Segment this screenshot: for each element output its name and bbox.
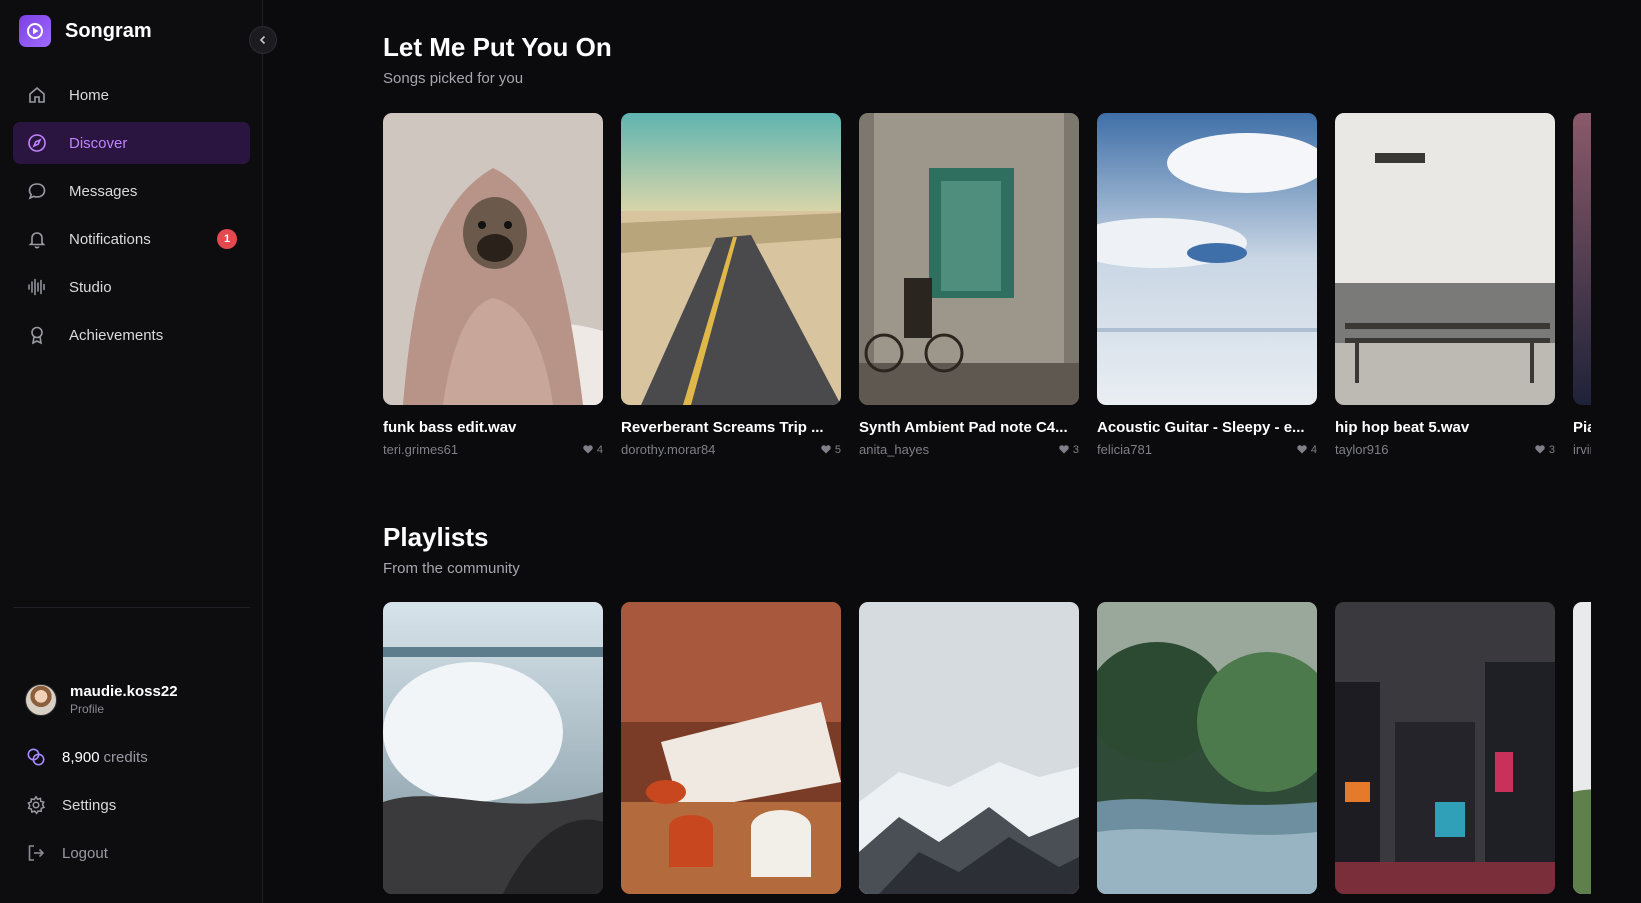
credits-display[interactable]: 8,900 credits (25, 746, 148, 768)
playlist-card[interactable] (1335, 602, 1555, 894)
playlists-carousel[interactable] (383, 602, 1591, 903)
song-cover-image (1573, 113, 1591, 405)
app-name: Songram (65, 19, 152, 42)
sidebar-item-studio[interactable]: Studio (13, 266, 250, 308)
song-title: Pia (1573, 419, 1591, 436)
credits-amount: 8,900 (62, 748, 100, 766)
song-title: hip hop beat 5.wav (1335, 419, 1470, 436)
song-card[interactable]: Pia irvir (1573, 113, 1591, 457)
playlist-cover-image (1573, 602, 1591, 894)
song-author: dorothy.morar84 (621, 442, 716, 457)
sidebar-item-label: Home (69, 86, 110, 104)
notification-badge: 1 (217, 229, 237, 249)
song-title: Reverberant Screams Trip ... (621, 419, 824, 436)
sidebar-item-achievements[interactable]: Achievements (13, 314, 250, 356)
songs-section-subtitle: Songs picked for you (383, 70, 524, 87)
song-cover-image (1097, 113, 1317, 405)
heart-icon (583, 445, 593, 454)
credits-unit: credits (103, 748, 148, 766)
song-card[interactable]: Reverberant Screams Trip ... dorothy.mor… (621, 113, 841, 457)
award-icon (26, 324, 48, 346)
like-count[interactable]: 4 (1297, 442, 1317, 457)
profile-label: Profile (70, 702, 105, 716)
playlist-card[interactable] (621, 602, 841, 894)
song-author: felicia781 (1097, 442, 1152, 457)
sidebar-item-label: Messages (69, 182, 138, 200)
playlist-card[interactable] (859, 602, 1079, 894)
playlists-section-subtitle: From the community (383, 560, 520, 577)
like-count[interactable]: 3 (1059, 442, 1079, 457)
playlist-cover-image (621, 602, 841, 894)
sidebar-item-label: Studio (69, 278, 112, 296)
song-cover-image (383, 113, 603, 405)
heart-icon (821, 445, 831, 454)
settings-label: Settings (62, 796, 117, 814)
songs-section-title: Let Me Put You On (383, 32, 612, 62)
avatar (25, 683, 57, 716)
playlist-cover-image (383, 602, 603, 894)
playlist-cover-image (1335, 602, 1555, 894)
playlist-cover-image (859, 602, 1079, 894)
song-author: anita_hayes (859, 442, 930, 457)
like-count[interactable]: 5 (821, 442, 841, 457)
app-root: Songram Home Discover Messages Notificat… (0, 0, 1641, 903)
songs-carousel[interactable]: funk bass edit.wav teri.grimes61 4 Rever… (383, 113, 1591, 473)
sidebar-divider (13, 607, 250, 608)
heart-icon (1535, 445, 1545, 454)
song-title: Acoustic Guitar - Sleepy - e... (1097, 419, 1305, 436)
bell-icon (26, 228, 48, 250)
song-title: funk bass edit.wav (383, 419, 517, 436)
song-card[interactable]: hip hop beat 5.wav taylor916 3 (1335, 113, 1555, 457)
profile-link[interactable]: maudie.koss22 Profile (25, 683, 178, 716)
logout-label: Logout (62, 844, 108, 862)
song-title: Synth Ambient Pad note C4... (859, 419, 1068, 436)
song-cover-image (859, 113, 1079, 405)
logout-link[interactable]: Logout (25, 842, 108, 864)
sidebar-item-notifications[interactable]: Notifications 1 (13, 218, 250, 260)
playlist-cover-image (1097, 602, 1317, 894)
song-card[interactable]: Acoustic Guitar - Sleepy - e... felicia7… (1097, 113, 1317, 457)
playlist-card[interactable] (1573, 602, 1591, 894)
settings-link[interactable]: Settings (25, 794, 116, 816)
heart-icon (1297, 445, 1307, 454)
home-icon (26, 84, 48, 106)
song-author: teri.grimes61 (383, 442, 459, 457)
sidebar-item-discover[interactable]: Discover (13, 122, 250, 164)
sidebar-nav: Home Discover Messages Notifications 1 S… (13, 74, 250, 362)
heart-icon (1059, 445, 1069, 454)
compass-icon (26, 132, 48, 154)
song-card[interactable]: Synth Ambient Pad note C4... anita_hayes… (859, 113, 1079, 457)
sidebar-item-label: Achievements (69, 326, 164, 344)
profile-username: maudie.koss22 (70, 683, 178, 700)
song-author: taylor916 (1335, 442, 1389, 457)
coins-icon (25, 746, 47, 768)
brand[interactable]: Songram (19, 15, 152, 47)
playlists-section-title: Playlists (383, 522, 489, 552)
sidebar-item-messages[interactable]: Messages (13, 170, 250, 212)
song-cover-image (621, 113, 841, 405)
like-count[interactable]: 4 (583, 442, 603, 457)
sidebar-item-label: Notifications (69, 230, 151, 248)
main-content: Let Me Put You On Songs picked for you f… (383, 0, 1591, 903)
gear-icon (25, 794, 47, 816)
playlist-card[interactable] (383, 602, 603, 894)
sidebar: Songram Home Discover Messages Notificat… (0, 0, 263, 903)
songram-logo-icon (19, 15, 51, 47)
song-author: irvir (1573, 442, 1591, 457)
like-count[interactable]: 3 (1535, 442, 1555, 457)
sidebar-item-home[interactable]: Home (13, 74, 250, 116)
song-card[interactable]: funk bass edit.wav teri.grimes61 4 (383, 113, 603, 457)
song-cover-image (1335, 113, 1555, 405)
collapse-sidebar-button[interactable] (249, 26, 277, 54)
waveform-icon (26, 276, 48, 298)
logout-icon (25, 842, 47, 864)
playlist-card[interactable] (1097, 602, 1317, 894)
sidebar-item-label: Discover (69, 134, 128, 152)
chevron-left-icon (259, 35, 266, 45)
message-icon (26, 180, 48, 202)
